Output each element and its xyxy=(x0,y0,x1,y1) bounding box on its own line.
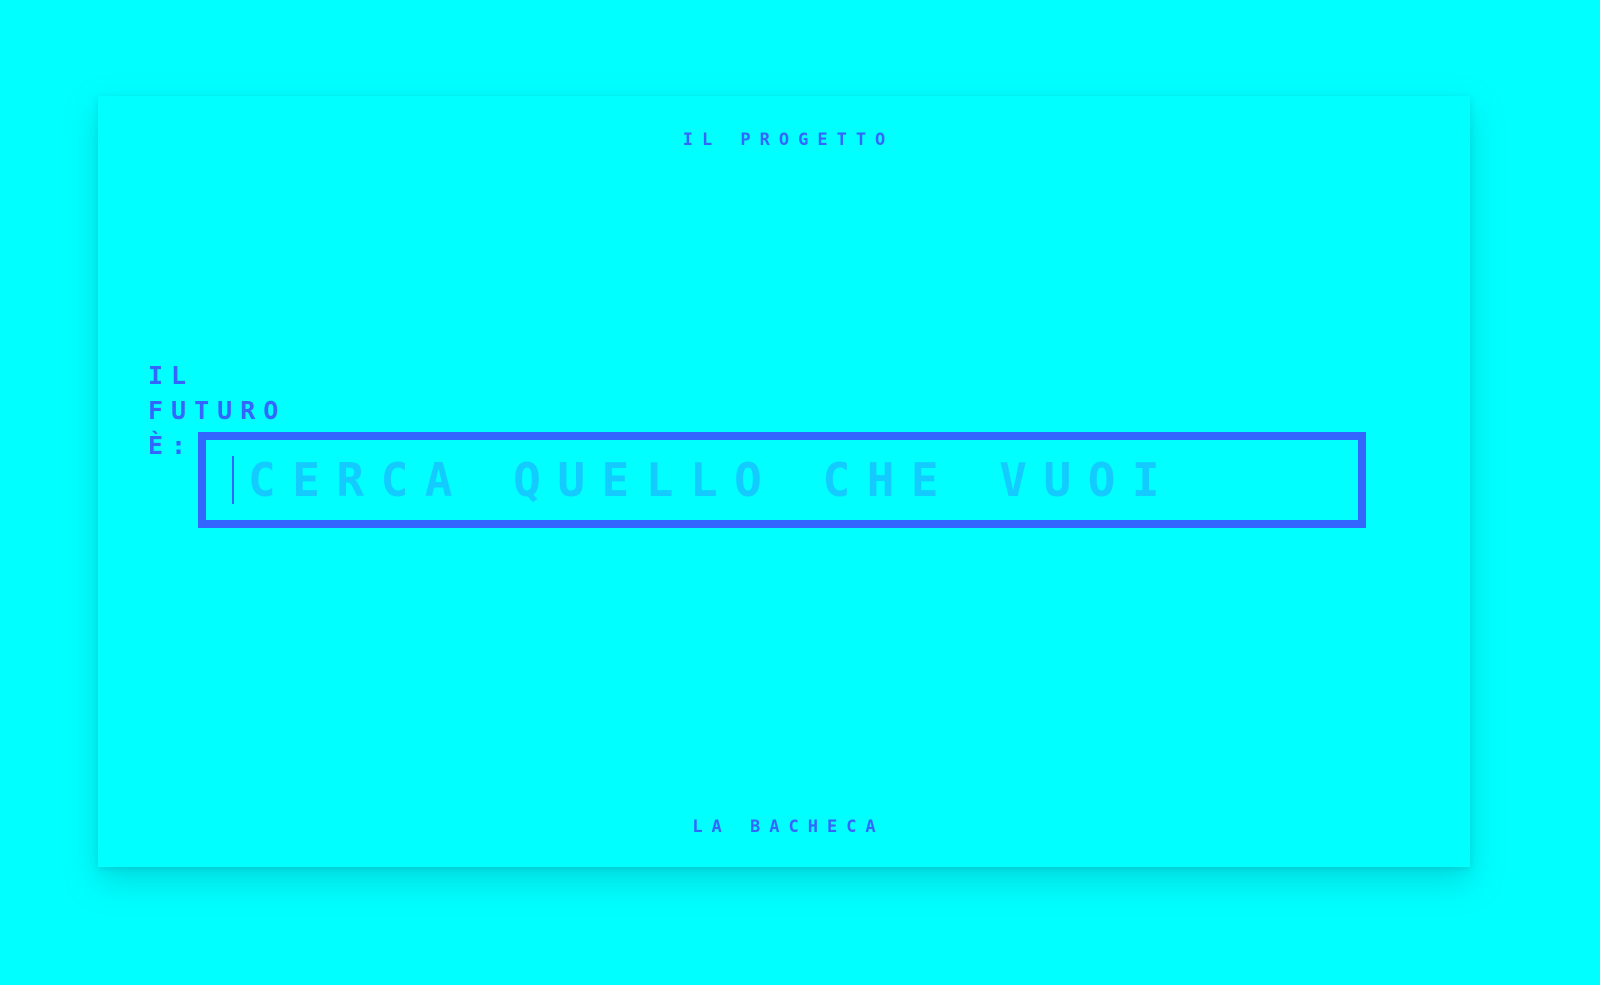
search-box[interactable] xyxy=(198,432,1366,528)
la-bacheca-link[interactable]: LA BACHECA xyxy=(98,817,1470,837)
il-progetto-link-label: IL PROGETTO xyxy=(682,130,895,150)
il-progetto-link[interactable]: IL PROGETTO xyxy=(98,130,1470,150)
search-input[interactable] xyxy=(248,440,1328,520)
headline-line-1: IL xyxy=(148,361,195,390)
main-card: IL PROGETTO IL FUTURO È: LA BACHECA xyxy=(98,96,1470,867)
text-caret xyxy=(232,456,234,504)
headline-line-2: FUTURO xyxy=(148,396,287,425)
la-bacheca-link-label: LA BACHECA xyxy=(692,817,885,837)
